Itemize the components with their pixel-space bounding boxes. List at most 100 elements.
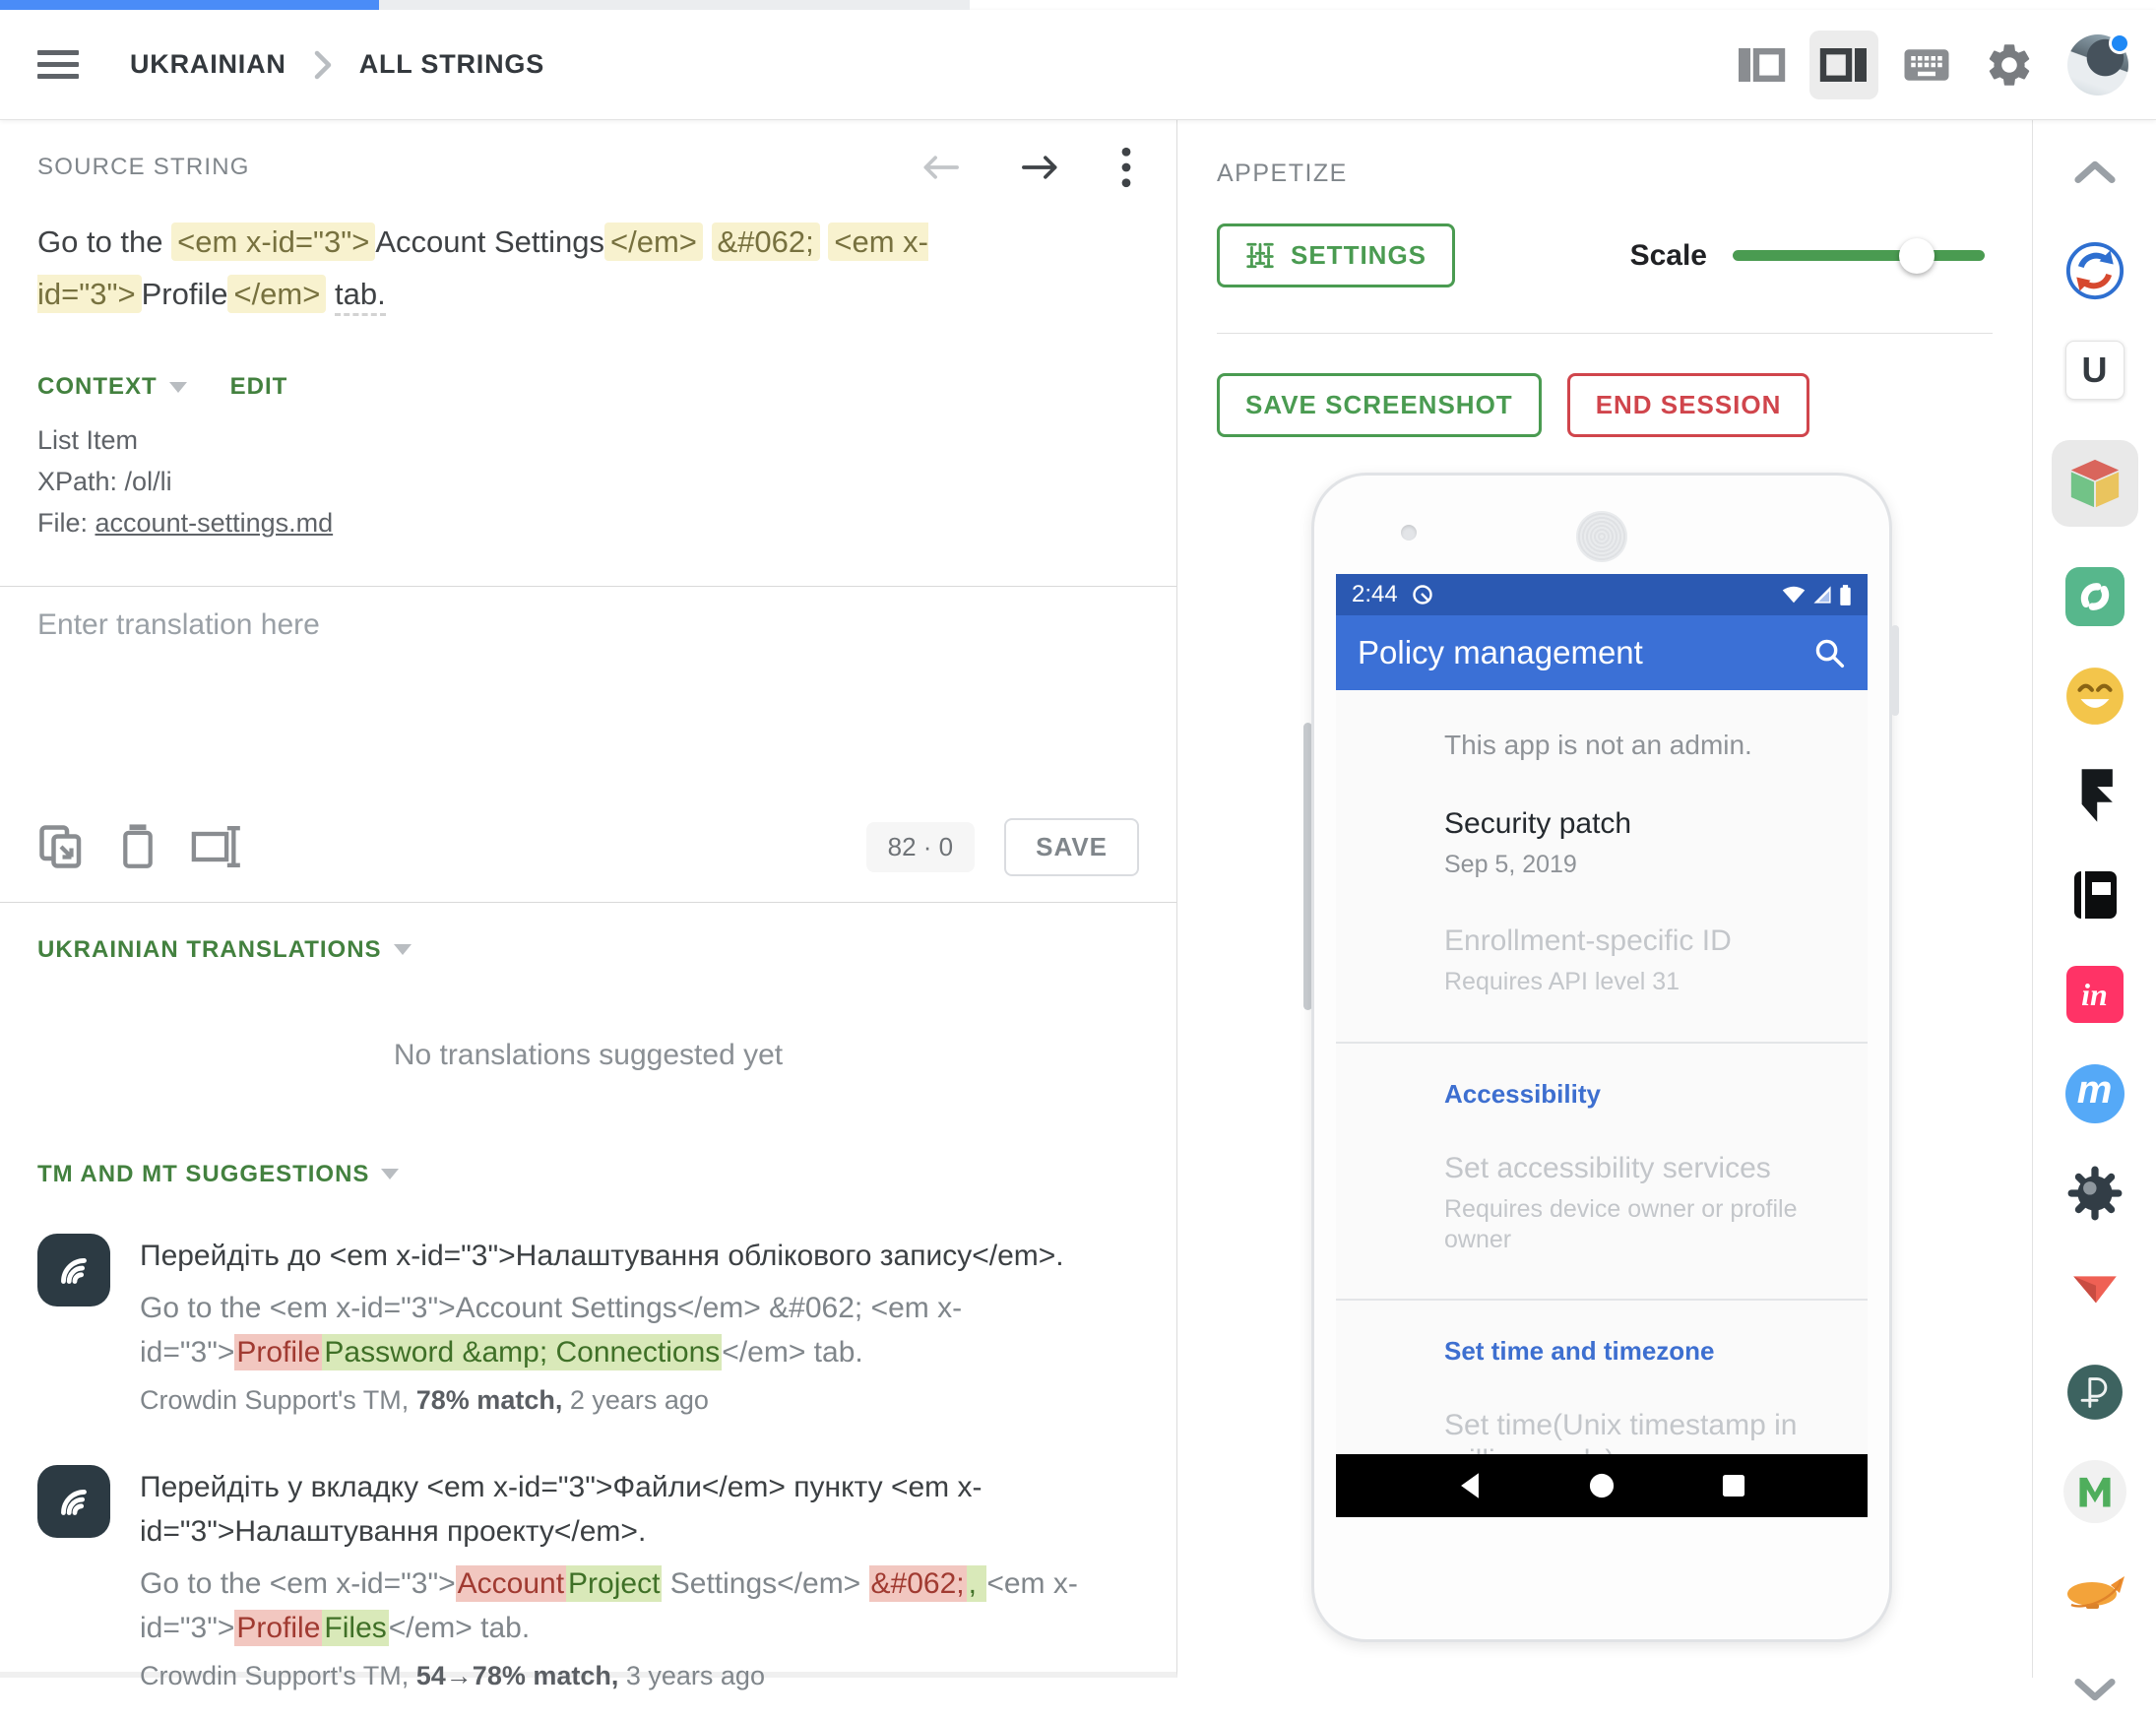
suggestion-source-diff: Go to the <em x-id="3">AccountProject Se… [140,1561,1129,1650]
text-segment-ins: Project [566,1565,662,1602]
source-string-label: SOURCE STRING [37,154,250,181]
framer-icon[interactable] [2052,766,2138,825]
menu-icon[interactable] [37,43,79,86]
context-line-file: File: account-settings.md [37,503,1139,544]
save-screenshot-button[interactable]: SAVE SCREENSHOT [1217,373,1542,437]
list-item[interactable]: Enrollment-specific IDRequires API level… [1444,924,1834,997]
end-session-button[interactable]: END SESSION [1567,373,1810,437]
crowdin-tm-icon [37,1234,110,1306]
layout-left-icon[interactable] [1727,31,1796,99]
marvel-icon[interactable]: m [2052,1064,2138,1123]
translations-header: UKRAINIAN TRANSLATIONS [37,936,382,964]
medium-icon[interactable] [2052,1462,2138,1521]
save-button[interactable]: SAVE [1004,818,1139,876]
suggestions-section-toggle[interactable]: TM AND MT SUGGESTIONS [37,1161,1139,1188]
collapse-up-icon[interactable] [2052,142,2138,201]
no-translations-message: No translations suggested yet [37,1039,1139,1072]
u-letter-label: U [2065,341,2124,400]
file-link[interactable]: account-settings.md [95,508,334,538]
text-segment-del: Profile [234,1334,322,1370]
app-title: Policy management [1358,634,1643,671]
text-segment-ins: Files [322,1610,388,1646]
chevron-right-icon [312,50,334,80]
translation-input[interactable] [37,608,1139,813]
zeppelin-icon[interactable] [2052,1561,2138,1621]
text-segment-ins: , [967,1565,987,1602]
text-segment-del: Account [456,1565,566,1602]
upload-progress-fill [0,0,379,10]
list-item-title: Set time(Unix timestamp in milliseconds) [1444,1408,1834,1454]
context-toggle[interactable]: CONTEXT [37,373,187,401]
previous-string-icon[interactable] [919,152,962,183]
avatar[interactable] [2067,34,2128,96]
context-line-xpath: XPath: /ol/li [37,462,1139,503]
list-item[interactable]: Security patchSep 5, 2019 [1444,806,1834,880]
list-item-title: Set accessibility services [1444,1151,1834,1186]
scale-slider-knob[interactable] [1899,238,1934,274]
mine-icon[interactable] [2052,1164,2138,1223]
list-section-header[interactable]: Accessibility [1444,1079,1834,1110]
text-segment-underline: tab. [335,277,386,316]
suggestion-body: Перейдіть до <em x-id="3">Налаштування о… [140,1234,1139,1421]
book-icon[interactable] [2052,865,2138,924]
refresh-icon[interactable] [2052,567,2138,626]
clear-translation-icon[interactable] [118,823,158,870]
list-item[interactable]: Set time(Unix timestamp in milliseconds)… [1444,1408,1834,1454]
collapse-down-icon[interactable] [2052,1661,2138,1720]
recents-icon[interactable] [1721,1473,1746,1498]
appetize-title: APPETIZE [1217,159,1993,188]
next-string-icon[interactable] [1019,152,1062,183]
android-status-bar: 2:44 [1336,574,1868,615]
text-segment-plain: </em> tab. [722,1336,862,1369]
list-divider [1336,1042,1868,1044]
suggestion-target-text: Перейдіть у вкладку <em x-id="3">Файли</… [140,1465,1129,1554]
emulator-screen[interactable]: 2:44 Policy management [1336,574,1868,1517]
source-string-text: Go to the <em x-id="3">Account Settings<… [37,217,1095,320]
appetize-cube-icon[interactable] [2052,440,2138,527]
u-letter-icon[interactable]: U [2052,341,2138,400]
android-nav-bar [1336,1454,1868,1517]
list-item[interactable]: Set accessibility services Requires devic… [1444,1151,1834,1256]
translations-section-toggle[interactable]: UKRAINIAN TRANSLATIONS [37,936,1139,964]
back-icon[interactable] [1457,1472,1483,1499]
suggestion-row[interactable]: Перейдіть до <em x-id="3">Налаштування о… [37,1234,1139,1421]
camera-dot [1401,525,1417,541]
text-segment-plain: Profile [142,277,228,311]
translate-sync-icon[interactable] [2052,241,2138,300]
device-emulator: 2:44 Policy management [1311,473,1892,1642]
p-coin-icon[interactable] [2052,1363,2138,1422]
gear-icon[interactable] [1975,31,2044,99]
appetize-settings-button[interactable]: SETTINGS [1217,223,1455,287]
suggestion-row[interactable]: Перейдіть у вкладку <em x-id="3">Файли</… [37,1465,1139,1696]
invision-label: in [2066,966,2124,1023]
breadcrumb-language[interactable]: UKRAINIAN [130,49,286,80]
copy-source-icon[interactable] [37,823,85,870]
list-item-subtitle: Requires device owner or profile owner [1444,1194,1834,1256]
breadcrumb-file-filter[interactable]: ALL STRINGS [359,49,544,80]
upload-progress-track [0,0,970,10]
list-item-title: Security patch [1444,806,1834,842]
layout-right-icon[interactable] [1809,31,1878,99]
policy-list: This app is not an admin.Security patchS… [1336,690,1868,1454]
divider [0,586,1176,587]
home-icon[interactable] [1588,1472,1616,1499]
breadcrumb: UKRAINIAN ALL STRINGS [130,49,544,80]
search-icon[interactable] [1812,636,1846,669]
suggestion-meta: Crowdin Support's TM, 54→78% match, 3 ye… [140,1656,1129,1696]
settings-button-label: SETTINGS [1291,240,1427,271]
smiley-icon[interactable] [2052,667,2138,726]
keyboard-icon[interactable] [1892,31,1961,99]
scale-slider[interactable] [1733,250,1985,261]
text-segment-del: &#062; [869,1565,967,1602]
more-options-icon[interactable] [1119,146,1133,189]
context-edit-button[interactable]: EDIT [230,373,288,401]
suggestion-source-diff: Go to the <em x-id="3">Account Settings<… [140,1286,1129,1374]
select-text-icon[interactable] [191,823,242,870]
marvel-label: m [2065,1064,2124,1123]
invision-icon[interactable]: in [2052,965,2138,1024]
top-bar: UKRAINIAN ALL STRINGS [0,10,2156,120]
power-button [1891,625,1899,716]
text-segment-plain: Settings</em> [662,1567,868,1600]
red-flag-icon[interactable] [2052,1263,2138,1322]
list-section-header[interactable]: Set time and timezone [1444,1336,1834,1367]
